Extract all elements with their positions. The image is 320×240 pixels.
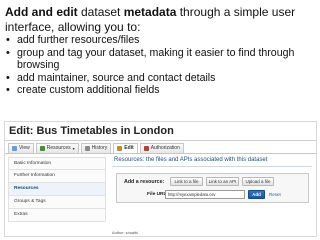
add-button[interactable]: Add xyxy=(248,190,265,199)
chevron-down-icon: ▾ xyxy=(72,146,75,151)
slide-intro: Add and edit dataset metadata through a … xyxy=(5,5,317,34)
file-url-input[interactable]: http://myexampledata.csv xyxy=(165,190,245,199)
page-title: Edit: Bus Timetables in London xyxy=(9,125,174,137)
tab-divider xyxy=(5,153,316,154)
edit-sidebar: Basic Information Further Information Re… xyxy=(8,157,106,222)
link-to-api-button[interactable]: Link to an API xyxy=(206,177,239,186)
upload-file-button[interactable]: Upload a file xyxy=(242,177,274,186)
feature-list: add further resources/files group and ta… xyxy=(5,34,317,97)
section-divider xyxy=(112,166,312,167)
feature-item: create custom additional fields xyxy=(5,84,317,97)
tab-label: Resources xyxy=(46,145,71,151)
section-heading: Resources: the files and APIs associated… xyxy=(114,157,268,163)
intro-bold-metadata: metadata xyxy=(123,5,177,19)
history-icon xyxy=(84,146,90,151)
lock-icon xyxy=(143,146,149,151)
pencil-icon xyxy=(117,146,123,151)
feature-item: group and tag your dataset, making it ea… xyxy=(5,47,317,72)
intro-bold-add-edit: Add and edit xyxy=(5,5,78,19)
reset-link[interactable]: Reset xyxy=(269,192,281,197)
tab-label: Authorization xyxy=(150,145,180,151)
resources-panel: Resources: the files and APIs associated… xyxy=(112,157,312,203)
intro-text-dataset: dataset xyxy=(77,5,124,19)
tab-label: Edit xyxy=(124,145,134,151)
eye-icon xyxy=(12,146,17,151)
link-to-file-button[interactable]: Link to a file xyxy=(170,177,203,186)
add-resource-box: Add a resource: Link to a file Link to a… xyxy=(116,173,309,203)
add-resource-label: Add a resource: xyxy=(124,179,165,185)
tab-label: View xyxy=(19,145,30,151)
sidebar-item-groups-tags[interactable]: Groups & Tags xyxy=(8,196,106,209)
file-url-label: File URL xyxy=(147,192,167,197)
feature-item: add maintainer, source and contact detai… xyxy=(5,72,317,85)
author-footnote: Author: shoaibi xyxy=(112,230,138,235)
title-divider xyxy=(5,140,316,141)
sidebar-item-further-information[interactable]: Further Information xyxy=(8,170,106,183)
resources-icon xyxy=(39,146,45,151)
feature-item: add further resources/files xyxy=(5,34,317,47)
edit-page-screenshot: Edit: Bus Timetables in London View Reso… xyxy=(4,121,317,237)
sidebar-item-basic-information[interactable]: Basic Information xyxy=(8,157,106,170)
sidebar-item-resources[interactable]: Resources xyxy=(8,183,106,196)
sidebar-item-extras[interactable]: Extras xyxy=(8,209,106,222)
tab-label: History xyxy=(91,145,108,151)
